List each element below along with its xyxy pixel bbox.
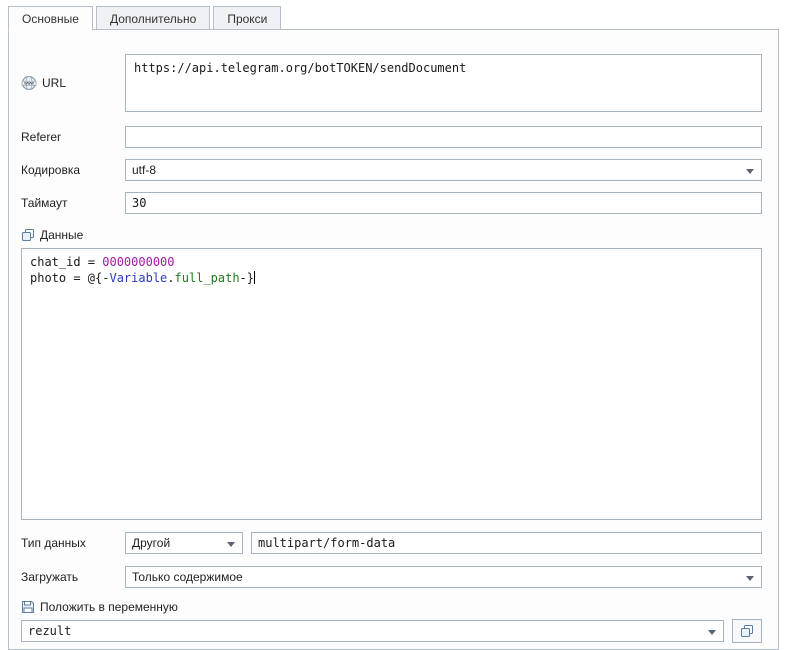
main-tab-panel: www URL https://api.telegram.org/botTOKE… xyxy=(8,29,779,650)
tab-main[interactable]: Основные xyxy=(8,6,93,31)
referer-input[interactable] xyxy=(125,126,762,148)
url-label: URL xyxy=(42,76,66,90)
tab-bar: Основные Дополнительно Прокси xyxy=(8,6,284,31)
result-var-combobox[interactable]: rezult xyxy=(21,620,724,642)
chevron-down-icon xyxy=(746,169,754,174)
referer-label: Referer xyxy=(21,130,61,144)
data-type-label: Тип данных xyxy=(21,536,86,550)
load-mode-row: Загружать Только содержимое xyxy=(21,566,762,588)
data-type-row: Тип данных Другой xyxy=(21,532,762,554)
code-line: chat_id = 0000000000 xyxy=(30,254,753,270)
encoding-selected-value: utf-8 xyxy=(132,163,156,177)
chevron-down-icon xyxy=(227,542,235,547)
data-section-label: Данные xyxy=(21,226,762,244)
url-row: www URL https://api.telegram.org/botTOKE… xyxy=(21,54,762,112)
result-var-selected-value: rezult xyxy=(28,624,71,638)
copy-pages-icon xyxy=(21,228,35,242)
chevron-down-icon xyxy=(746,576,754,581)
encoding-row: Кодировка utf-8 xyxy=(21,159,762,181)
result-var-label: Положить в переменную xyxy=(40,600,178,614)
chevron-down-icon xyxy=(708,630,716,635)
referer-row: Referer xyxy=(21,126,762,148)
data-editor[interactable]: chat_id = 0000000000photo = @{-Variable.… xyxy=(21,248,762,520)
save-disk-icon xyxy=(21,600,35,614)
variable-copy-button[interactable] xyxy=(732,619,762,643)
load-mode-combobox[interactable]: Только содержимое xyxy=(125,566,762,588)
timeout-row: Таймаут xyxy=(21,192,762,214)
encoding-combobox[interactable]: utf-8 xyxy=(125,159,762,181)
load-mode-selected-value: Только содержимое xyxy=(132,570,243,584)
result-var-section-label: Положить в переменную xyxy=(21,598,762,616)
content-type-input[interactable] xyxy=(251,532,762,554)
load-mode-label: Загружать xyxy=(21,570,78,584)
url-input[interactable]: https://api.telegram.org/botTOKEN/sendDo… xyxy=(125,54,762,112)
svg-text:www: www xyxy=(24,80,34,85)
result-var-row: rezult xyxy=(21,619,762,643)
www-globe-icon: www xyxy=(21,75,37,91)
text-caret xyxy=(254,271,255,284)
tab-additional[interactable]: Дополнительно xyxy=(96,6,210,30)
code-line: photo = @{-Variable.full_path-} xyxy=(30,270,753,286)
copy-icon xyxy=(740,624,754,638)
timeout-label: Таймаут xyxy=(21,196,67,210)
tab-proxy[interactable]: Прокси xyxy=(213,6,281,30)
data-label: Данные xyxy=(40,228,83,242)
timeout-input[interactable] xyxy=(125,192,762,214)
data-type-combobox[interactable]: Другой xyxy=(125,532,243,554)
data-type-selected-value: Другой xyxy=(132,536,170,550)
encoding-label: Кодировка xyxy=(21,163,80,177)
